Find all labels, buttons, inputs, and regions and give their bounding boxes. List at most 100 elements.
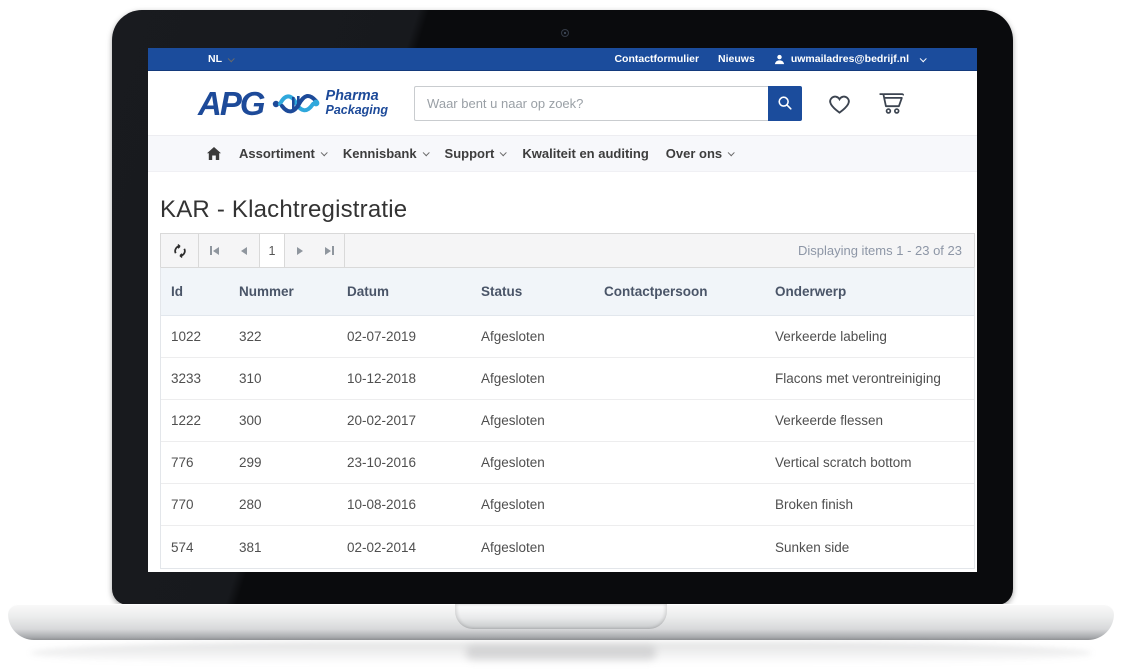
cell-datum: 23-10-2016 [337,442,471,483]
shopping-cart-icon [877,90,905,116]
language-selector[interactable]: NL [208,53,233,65]
complaints-table: Id Nummer Datum Status Contactpersoon On… [160,267,975,569]
search-input[interactable] [414,86,768,121]
cell-status: Afgesloten [471,484,594,525]
cell-datum: 10-08-2016 [337,484,471,525]
nav-label: Support [445,146,495,161]
cell-onderwerp: Verkeerde flessen [765,400,974,441]
chevron-down-icon [500,149,507,156]
company-logo[interactable]: APG Pharma Packaging [198,86,388,120]
pagination-current-page[interactable]: 1 [259,234,285,267]
cell-nummer: 280 [229,484,337,525]
cell-contactpersoon [594,526,765,568]
pagination-next-button[interactable] [285,234,315,267]
cell-datum: 20-02-2017 [337,400,471,441]
logo-acronym: APG [198,87,264,120]
nav-assortiment[interactable]: Assortiment [239,146,326,161]
cell-onderwerp: Sunken side [765,526,974,568]
nav-support[interactable]: Support [445,146,506,161]
cell-status: Afgesloten [471,442,594,483]
user-account-menu[interactable]: uwmailadres@bedrijf.nl [774,53,925,65]
table-header-row: Id Nummer Datum Status Contactpersoon On… [161,268,974,316]
laptop-mockup: NL Contactformulier Nieuws uwmailadres@b… [0,0,1122,669]
nav-kwaliteit-en-auditing[interactable]: Kwaliteit en auditing [522,146,648,161]
column-header-contactpersoon[interactable]: Contactpersoon [594,268,765,315]
news-link[interactable]: Nieuws [718,53,755,65]
webcam-icon [561,29,569,37]
search-button[interactable] [768,86,802,121]
browser-viewport: NL Contactformulier Nieuws uwmailadres@b… [148,48,977,572]
chevron-down-icon [728,149,735,156]
main-navigation: Assortiment Kennisbank Support Kwaliteit… [148,135,977,172]
top-utility-bar: NL Contactformulier Nieuws uwmailadres@b… [148,48,977,71]
cell-nummer: 299 [229,442,337,483]
pagination-last-button[interactable] [315,234,345,267]
logo-tagline: Pharma Packaging [326,89,389,117]
cell-contactpersoon [594,442,765,483]
cell-id: 3233 [161,358,229,399]
next-page-icon [297,247,303,255]
home-icon [206,146,222,161]
nav-over-ons[interactable]: Over ons [666,146,733,161]
page-title: KAR - Klachtregistratie [160,196,975,224]
cell-nummer: 381 [229,526,337,568]
laptop-lid: NL Contactformulier Nieuws uwmailadres@b… [112,10,1013,605]
table-row[interactable]: 574 381 02-02-2014 Afgesloten Sunken sid… [161,526,974,568]
wishlist-button[interactable] [826,90,853,116]
search-bar [414,86,802,121]
pagination-first-button[interactable] [199,234,229,267]
cell-nummer: 310 [229,358,337,399]
cell-status: Afgesloten [471,358,594,399]
laptop-lid-notch [455,604,667,629]
column-header-datum[interactable]: Datum [337,268,471,315]
table-row[interactable]: 770 280 10-08-2016 Afgesloten Broken fin… [161,484,974,526]
pagination-prev-button[interactable] [229,234,259,267]
nav-label: Kwaliteit en auditing [522,146,648,161]
logo-tagline-line1: Pharma [326,89,389,104]
chevron-down-icon [422,149,429,156]
user-icon [774,54,785,65]
cell-id: 1022 [161,316,229,357]
cell-id: 1222 [161,400,229,441]
cell-datum: 10-12-2018 [337,358,471,399]
user-email-label: uwmailadres@bedrijf.nl [791,53,909,65]
site-header: APG Pharma Packaging [148,71,977,135]
nav-home[interactable] [206,146,222,161]
displaying-items-status: Displaying items 1 - 23 of 23 [798,234,974,267]
first-page-icon [210,246,212,255]
column-header-onderwerp[interactable]: Onderwerp [765,268,974,315]
cell-contactpersoon [594,358,765,399]
cart-button[interactable] [877,90,905,116]
table-row[interactable]: 776 299 23-10-2016 Afgesloten Vertical s… [161,442,974,484]
laptop-notch-reflection [466,646,656,660]
table-row[interactable]: 1222 300 20-02-2017 Afgesloten Verkeerde… [161,400,974,442]
cell-id: 770 [161,484,229,525]
laptop-base [8,604,1114,640]
cell-status: Afgesloten [471,316,594,357]
logo-tagline-line2: Packaging [326,104,389,117]
cell-datum: 02-02-2014 [337,526,471,568]
page-content: KAR - Klachtregistratie [148,172,977,569]
cell-datum: 02-07-2019 [337,316,471,357]
dna-helix-icon [272,86,320,120]
cell-contactpersoon [594,400,765,441]
nav-label: Over ons [666,146,722,161]
table-row[interactable]: 3233 310 10-12-2018 Afgesloten Flacons m… [161,358,974,400]
language-label: NL [208,53,222,65]
contact-form-link[interactable]: Contactformulier [614,53,699,65]
chevron-down-icon [228,55,235,62]
column-header-status[interactable]: Status [471,268,594,315]
refresh-icon [172,243,188,259]
grid-toolbar: 1 Displaying items 1 - 23 of 23 [160,233,975,267]
table-row[interactable]: 1022 322 02-07-2019 Afgesloten Verkeerde… [161,316,974,358]
nav-label: Assortiment [239,146,315,161]
cell-onderwerp: Flacons met verontreiniging [765,358,974,399]
refresh-button[interactable] [161,234,199,267]
chevron-down-icon [920,55,927,62]
cell-onderwerp: Verkeerde labeling [765,316,974,357]
column-header-id[interactable]: Id [161,268,229,315]
column-header-nummer[interactable]: Nummer [229,268,337,315]
cell-id: 574 [161,526,229,568]
nav-kennisbank[interactable]: Kennisbank [343,146,428,161]
chevron-down-icon [321,149,328,156]
